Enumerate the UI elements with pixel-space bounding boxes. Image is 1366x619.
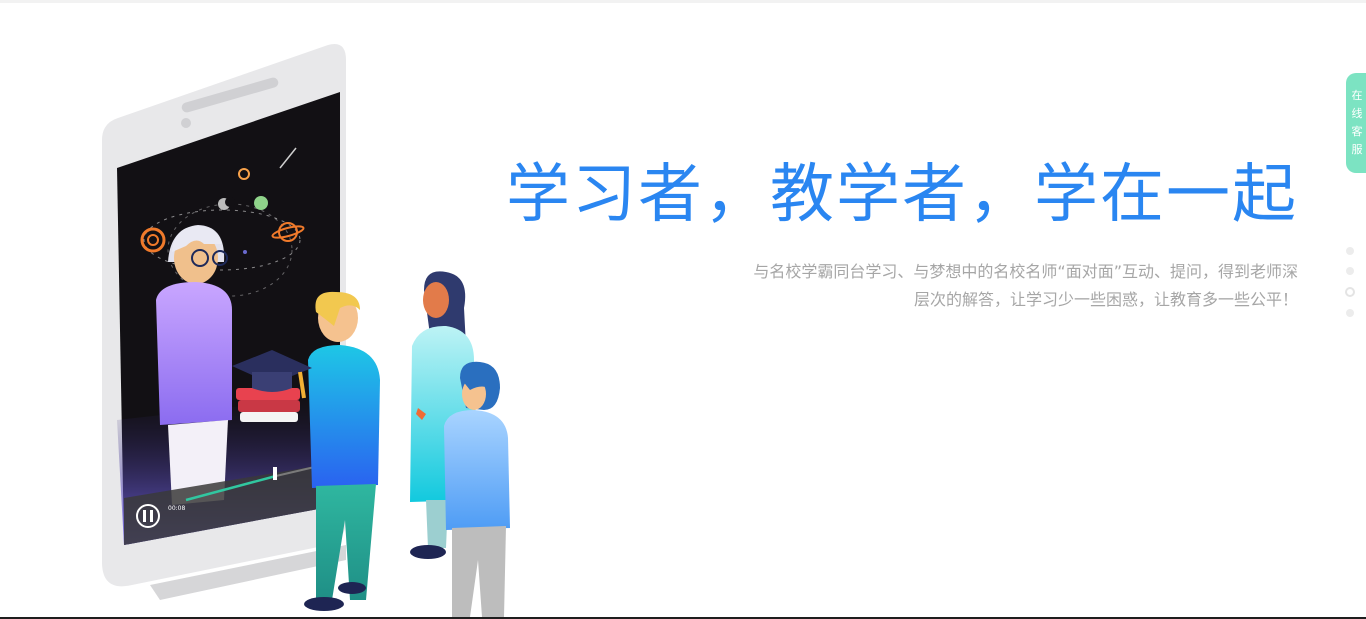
service-tab-char: 客 bbox=[1351, 125, 1363, 138]
slide-dot[interactable] bbox=[1345, 287, 1355, 297]
slide-dot[interactable] bbox=[1346, 309, 1354, 317]
video-time-text: 00:08 bbox=[168, 505, 185, 512]
service-tab-char: 在 bbox=[1351, 89, 1363, 102]
hero-title: 学习者，教学者，学在一起 bbox=[506, 158, 1298, 232]
slide-dot[interactable] bbox=[1346, 247, 1354, 255]
slide-pagination bbox=[1344, 247, 1356, 329]
slide-dot[interactable] bbox=[1346, 267, 1354, 275]
hero-illustration: 00:08 bbox=[102, 44, 510, 617]
hero-description-line: 层次的解答，让学习少一些困惑，让教育多一些公平！ bbox=[913, 290, 1298, 309]
hero-description-line: 与名校学霸同台学习、与梦想中的名校名师“面对面”互动、提问，得到老师深 bbox=[753, 262, 1298, 281]
service-tab-char: 服 bbox=[1351, 143, 1363, 156]
online-service-tab[interactable]: 在 线 客 服 bbox=[1346, 73, 1366, 173]
hero-description: 与名校学霸同台学习、与梦想中的名校名师“面对面”互动、提问，得到老师深 层次的解… bbox=[678, 258, 1298, 314]
service-tab-char: 线 bbox=[1351, 107, 1363, 120]
